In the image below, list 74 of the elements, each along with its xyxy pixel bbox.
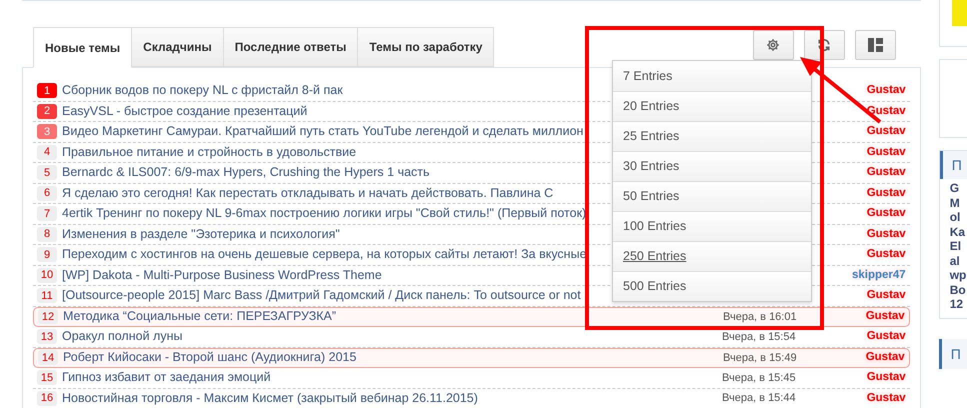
widget-text: 12 [950,297,964,312]
author-link[interactable]: Gustav [866,349,905,366]
thread-row[interactable]: 15 Гипноз избавит от заедания эмоций Вчера, в 15:45 Gustav [33,368,910,388]
widget-text: M [950,196,961,210]
author-link[interactable]: Gustav [866,390,906,407]
thread-date: Вчера, в 15:45 [722,370,797,386]
entries-option[interactable]: 7 Entries [613,61,811,91]
widget-text: Во [950,282,967,297]
thread-row[interactable]: 12 Методика “Социальные сети: ПЕРЕЗАГРУЗКА” Вчера, в 16:01 Gustav [33,306,910,327]
thread-date: Вчера, в 15:49 [723,350,798,366]
rank-badge: 2 [37,104,57,119]
author-link[interactable]: Gustav [866,226,906,243]
author-link[interactable]: Gustav [866,205,906,222]
author-link[interactable]: skipper47 [852,266,906,284]
author-link[interactable]: Gustav [866,328,906,346]
thread-date: Вчера, в 16:01 [723,310,798,324]
author-link[interactable]: Gustav [866,287,906,304]
settings-icon [766,38,780,52]
author-link[interactable]: Gustav [866,308,905,326]
entries-option[interactable]: 100 Entries [613,211,811,241]
thread-title[interactable]: Новостийная торговля - Максим Кисмет (закрытый вебинар 26.11.2015) [62,388,717,408]
thread-row[interactable]: 14 Роберт Кийосаки - Второй шанс (Аудиокнига) 2015 Вчера, в 15:49 Gustav [33,348,910,368]
author-link[interactable]: Gustav [866,184,906,202]
rank-badge: 16 [37,390,57,406]
thread-date: Вчера, в 15:54 [722,330,797,344]
rank-badge: 14 [38,350,58,366]
widget-text: G [950,181,960,196]
rank-badge: 8 [37,226,57,242]
author-link[interactable]: Gustav [866,246,906,264]
rank-badge: 4 [37,144,57,160]
entries-option[interactable]: 20 Entries [613,91,811,121]
entries-option[interactable]: 25 Entries [613,121,811,151]
thread-title[interactable]: Гипноз избавит от заедания эмоций [62,368,717,388]
rank-badge: 5 [37,165,57,180]
rank-badge: 15 [37,370,57,386]
thread-title[interactable]: Роберт Кийосаки - Второй шанс (Аудиокнига) 2015 [63,348,718,368]
tab[interactable]: Складчины [131,27,224,67]
author-link[interactable]: Gustav [866,144,906,161]
refresh-button[interactable] [804,30,845,60]
rank-badge: 13 [37,329,57,344]
thread-row[interactable]: 16 Новостийная торговля - Максим Кисмет (закрытый вебинар 26.11.2015) Вчера, в 15:44 Gustav [33,388,910,408]
thread-title[interactable]: Методика “Социальные сети: ПЕРЕЗАГРУЗКА” [63,307,718,326]
rank-badge: 3 [37,124,57,140]
tab[interactable]: Последние ответы [222,27,358,67]
thread-title[interactable]: Оракул полной луны [62,327,717,346]
author-link[interactable]: Gustav [866,82,906,100]
widget-text: wp [950,268,967,282]
widget-text: ol [950,210,962,224]
widget-text: El [950,239,962,254]
tab[interactable]: Темы по заработку [357,27,494,67]
settings-button[interactable] [752,30,794,60]
entries-option[interactable]: 30 Entries [613,151,811,181]
entries-option[interactable]: 500 Entries [613,271,811,301]
refresh-icon [817,38,832,52]
layout-icon [868,38,883,52]
author-link[interactable]: Gustav [866,123,906,140]
widget-title: П [938,339,967,369]
thread-date: Вчера, в 15:44 [722,391,797,406]
rank-badge: 7 [37,206,57,222]
rank-badge: 11 [37,288,57,304]
widget-text: Ka [950,224,966,239]
rank-badge: 1 [37,83,57,98]
rank-badge: 6 [37,186,57,201]
widget-title: П [940,151,967,179]
tab[interactable]: Новые темы [33,27,132,68]
layout-button[interactable] [854,30,896,60]
widget-text: al [950,254,961,268]
rank-badge: 10 [37,268,57,283]
rank-badge: 9 [37,247,57,262]
entries-option[interactable]: 250 Entries [613,241,811,271]
author-link[interactable]: Gustav [866,164,906,182]
entries-option[interactable]: 50 Entries [613,181,811,211]
author-link[interactable]: Gustav [866,369,906,386]
rank-badge: 12 [38,309,58,324]
